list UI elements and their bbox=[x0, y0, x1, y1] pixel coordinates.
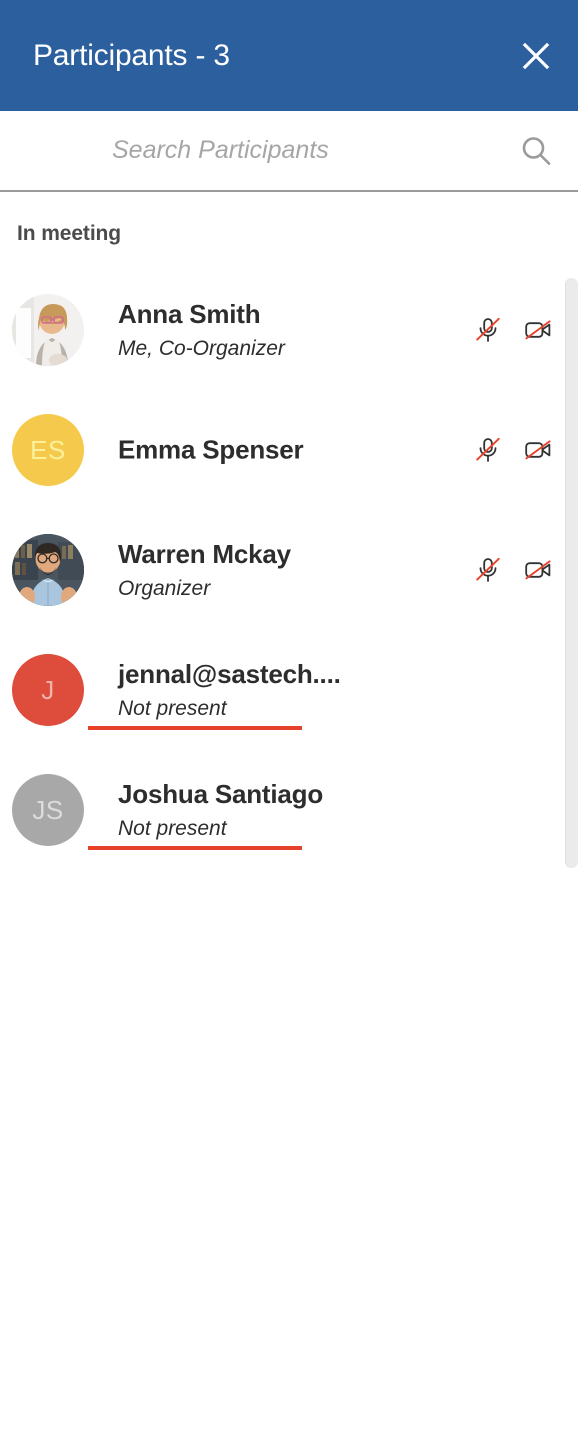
scrollbar-thumb[interactable] bbox=[565, 278, 578, 868]
avatar bbox=[12, 294, 84, 366]
avatar-initials: ES bbox=[30, 434, 66, 465]
participant-list: Anna Smith Me, Co-Organizer ES Emma Spen… bbox=[0, 270, 578, 870]
panel-header: Participants - 3 bbox=[0, 0, 578, 111]
participant-role: Me, Co-Organizer bbox=[118, 337, 285, 360]
participant-info: jennal@sastech.... Not present bbox=[88, 659, 448, 730]
participant-info: Emma Spenser bbox=[118, 435, 448, 466]
participant-info: Joshua Santiago Not present bbox=[88, 779, 448, 850]
participant-info: Anna Smith Me, Co-Organizer bbox=[118, 299, 448, 361]
camera-off-icon[interactable] bbox=[520, 432, 556, 468]
camera-off-icon[interactable] bbox=[520, 312, 556, 348]
participant-name: Joshua Santiago bbox=[118, 779, 324, 809]
participant-name: Warren Mckay bbox=[118, 539, 291, 569]
participant-role: Organizer bbox=[118, 577, 211, 600]
participants-panel: Participants - 3 In meeting bbox=[0, 0, 578, 1446]
participant-controls bbox=[470, 312, 556, 348]
list-item[interactable]: Warren Mckay Organizer bbox=[0, 510, 578, 630]
search-bar bbox=[0, 111, 578, 192]
page-title: Participants - 3 bbox=[33, 38, 230, 72]
participant-info: Warren Mckay Organizer bbox=[118, 539, 448, 601]
scrollbar-track[interactable] bbox=[564, 272, 578, 872]
list-item[interactable]: JS Joshua Santiago Not present bbox=[0, 750, 578, 870]
camera-off-icon[interactable] bbox=[520, 552, 556, 588]
avatar bbox=[12, 534, 84, 606]
avatar: JS bbox=[12, 774, 84, 846]
avatar-initials: JS bbox=[32, 794, 64, 825]
list-item[interactable]: Anna Smith Me, Co-Organizer bbox=[0, 270, 578, 390]
list-item[interactable]: ES Emma Spenser bbox=[0, 390, 578, 510]
avatar: J bbox=[12, 654, 84, 726]
participant-status: Not present bbox=[88, 817, 301, 850]
list-item[interactable]: J jennal@sastech.... Not present bbox=[0, 630, 578, 750]
microphone-muted-icon[interactable] bbox=[470, 432, 506, 468]
participant-controls bbox=[470, 552, 556, 588]
microphone-muted-icon[interactable] bbox=[470, 552, 506, 588]
participant-name: jennal@sastech.... bbox=[118, 659, 341, 689]
participant-name: Emma Spenser bbox=[118, 434, 304, 465]
participant-controls bbox=[470, 432, 556, 468]
search-icon[interactable] bbox=[515, 130, 557, 172]
participant-name: Anna Smith bbox=[118, 299, 261, 329]
microphone-muted-icon[interactable] bbox=[470, 312, 506, 348]
participant-status: Not present bbox=[88, 697, 301, 730]
close-icon[interactable] bbox=[515, 35, 557, 77]
avatar-initials: J bbox=[41, 674, 55, 705]
avatar: ES bbox=[12, 414, 84, 486]
section-header-in-meeting: In meeting bbox=[17, 222, 122, 245]
search-input[interactable] bbox=[112, 111, 492, 190]
